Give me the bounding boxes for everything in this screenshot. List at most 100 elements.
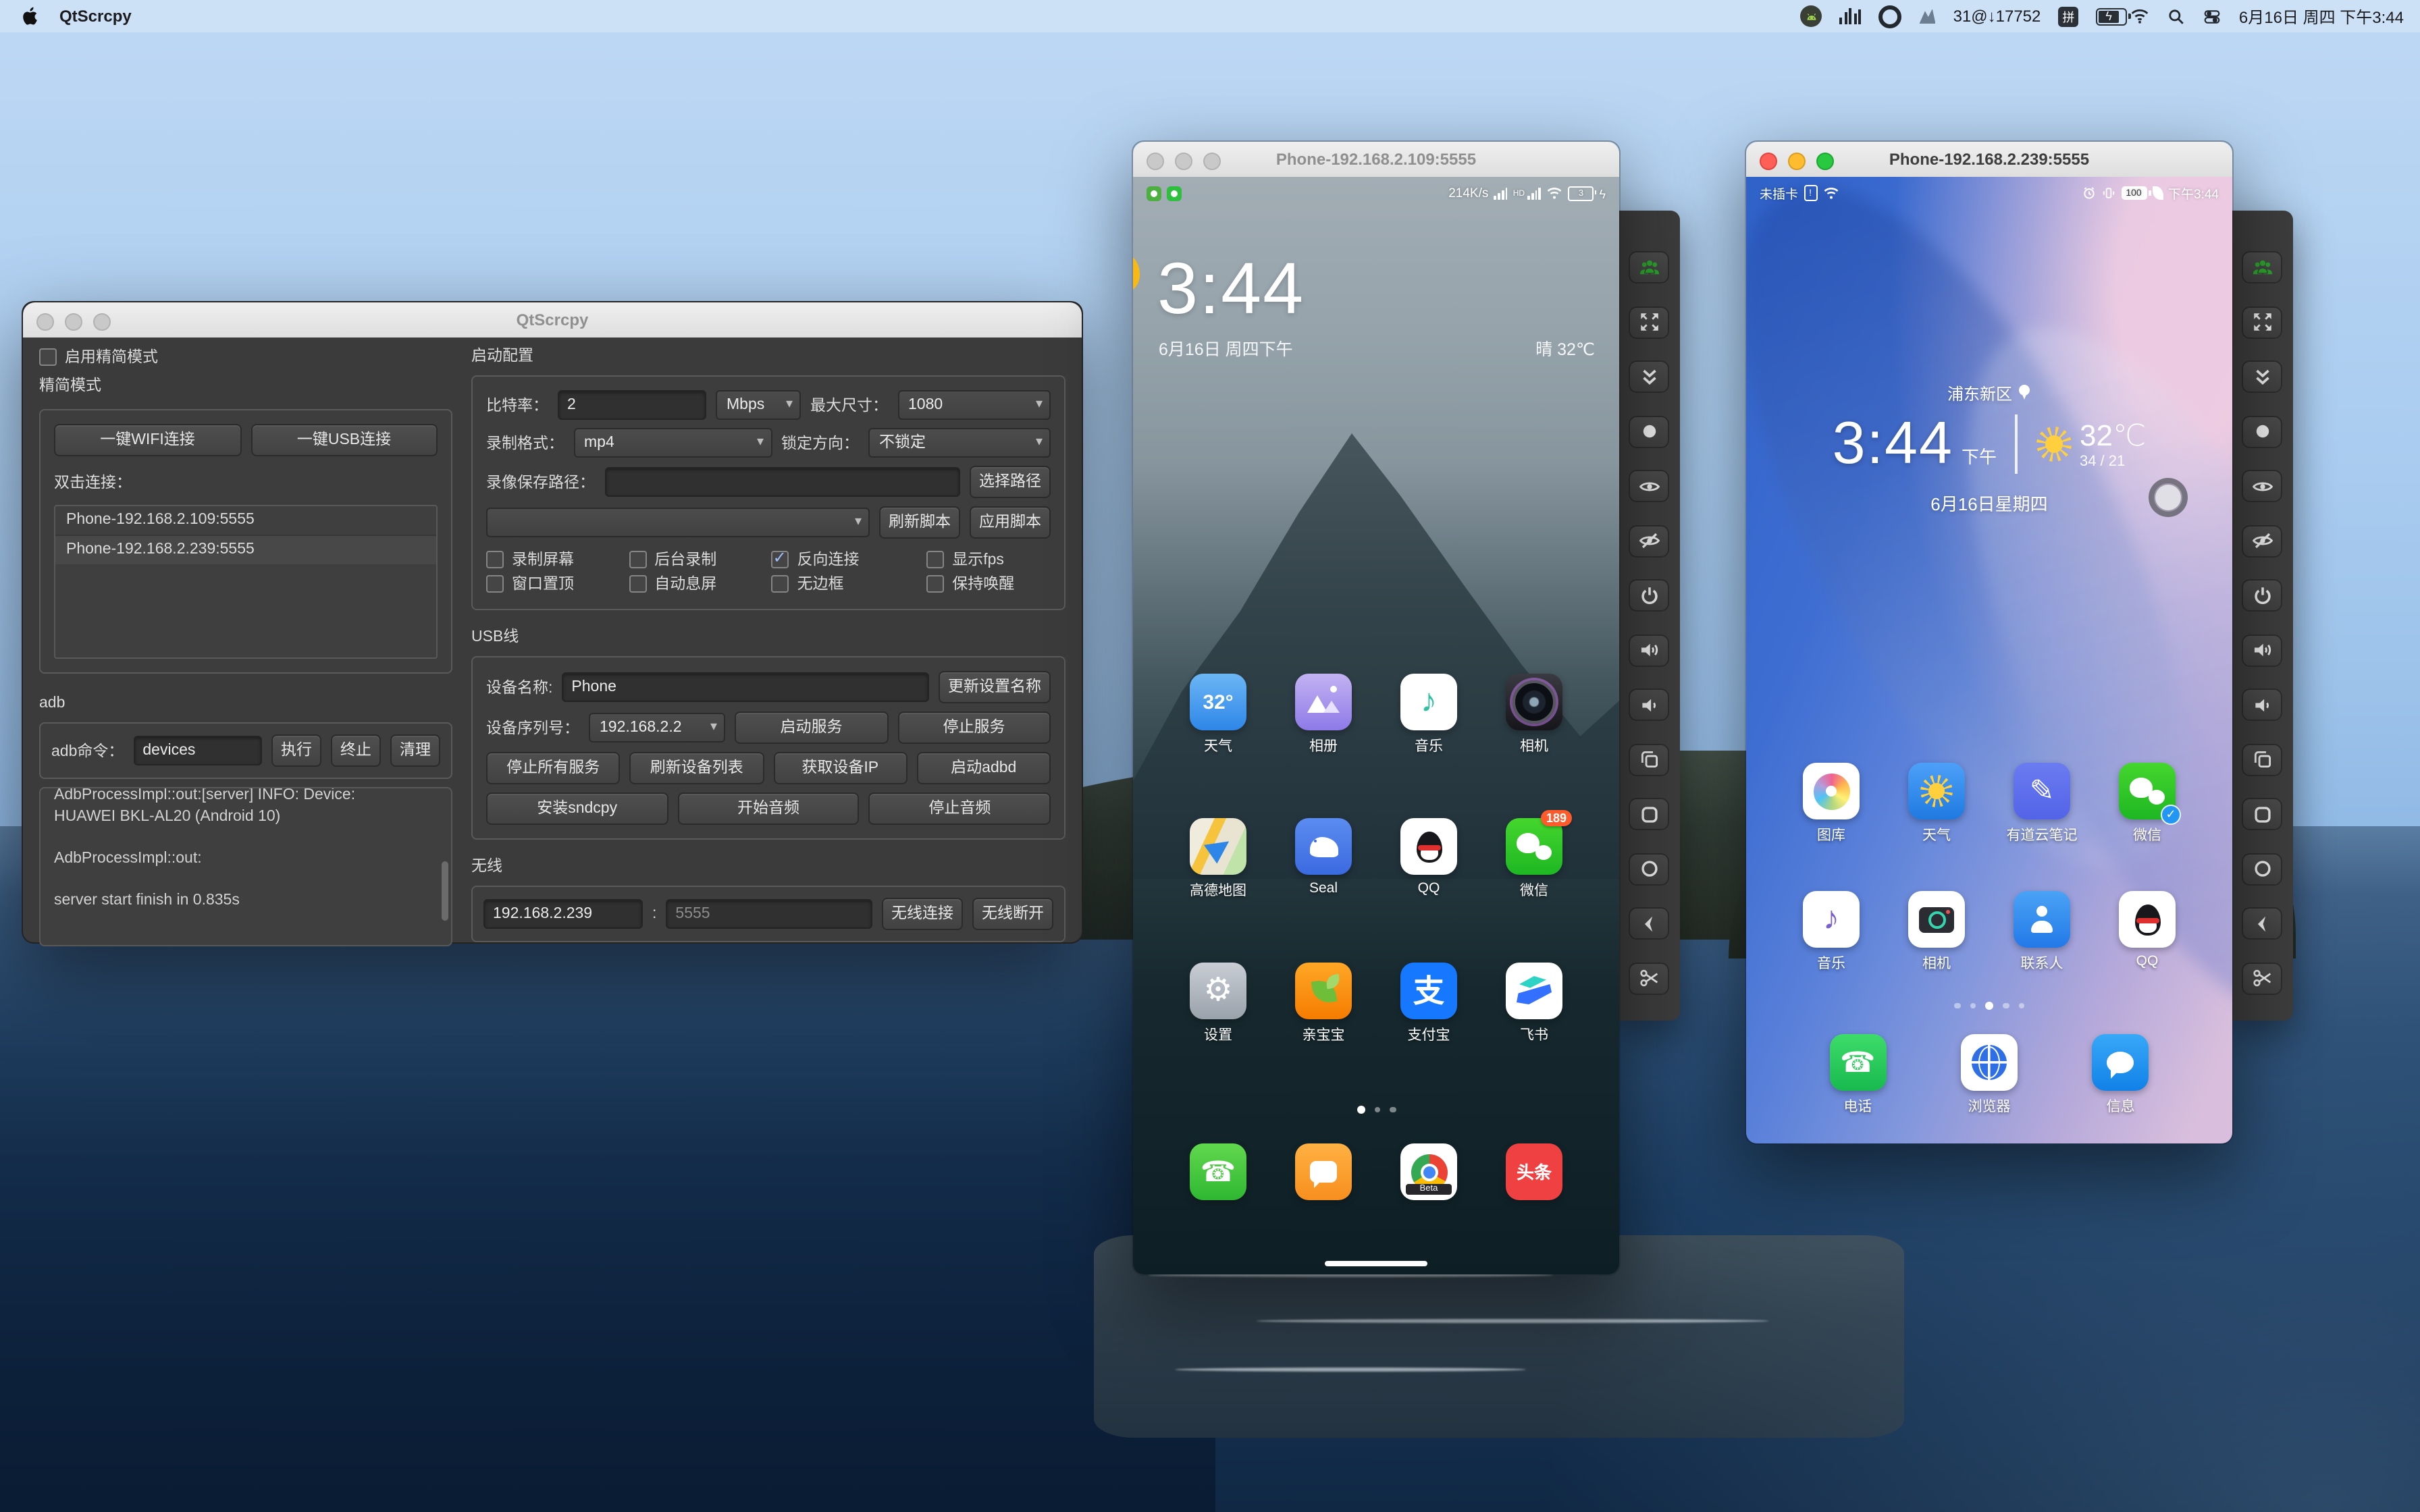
wireless-disconnect-button[interactable]: 无线断开 (972, 898, 1053, 930)
audio-bars-menu-icon[interactable] (1840, 8, 1862, 24)
adb-exec-button[interactable]: 执行 (271, 734, 321, 767)
checkbox[interactable] (772, 574, 789, 592)
fullscreen-button[interactable] (2242, 306, 2282, 338)
update-name-button[interactable]: 更新设置名称 (939, 671, 1051, 703)
app-switch-button[interactable] (1629, 743, 1669, 776)
start-audio-button[interactable]: 开始音频 (677, 792, 859, 825)
wifi-menu-icon[interactable] (2130, 5, 2150, 27)
app-alipay[interactable]: 支支付宝 (1400, 963, 1457, 1107)
start-service-button[interactable]: 启动服务 (735, 711, 888, 744)
checkbox[interactable] (926, 574, 944, 592)
phone2-titlebar[interactable]: Phone-192.168.2.239:5555 (1746, 142, 2232, 178)
app-switch-button[interactable] (2242, 743, 2282, 776)
power-button[interactable] (1629, 579, 1669, 612)
device-list-item[interactable]: Phone-192.168.2.109:5555 (55, 506, 436, 536)
app-music[interactable]: ♪音乐 (1803, 891, 1860, 1019)
wireless-port-input[interactable]: 5555 (666, 899, 872, 929)
app-gallery[interactable]: 相册 (1295, 674, 1352, 818)
serial-select[interactable]: 192.168.2.2 (589, 713, 725, 742)
qtscrcpy-titlebar[interactable]: QtScrcpy (23, 302, 1082, 339)
phone2-screen[interactable]: 未插卡 ! 100 下午3:44 浦东新区 3:44 下 (1746, 177, 2232, 1143)
install-sndcpy-button[interactable]: 安装sndcpy (486, 792, 668, 825)
spotlight-search-icon[interactable] (2167, 5, 2185, 27)
app-toutiao[interactable]: 头条 (1506, 1143, 1562, 1200)
app-messages[interactable]: 信息 (2093, 1034, 2149, 1116)
volume-up-button[interactable] (1629, 634, 1669, 666)
option-保持唤醒[interactable]: 保持唤醒 (926, 571, 1051, 595)
phone1-home-indicator[interactable] (1325, 1261, 1427, 1266)
app-weather[interactable]: 32°天气 (1190, 674, 1246, 818)
app-feishu[interactable]: 飞书 (1506, 963, 1562, 1107)
phone1-traffic-lights[interactable] (1147, 152, 1221, 169)
wireless-ip-input[interactable]: 192.168.2.239 (483, 899, 643, 929)
get-device-ip-button[interactable]: 获取设备IP (773, 752, 908, 784)
opera-menu-icon[interactable] (1879, 5, 1902, 27)
adb-log-output[interactable]: AdbProcessImpl::out:[server] INFO: Devic… (39, 787, 452, 946)
app-settings[interactable]: ⚙设置 (1190, 963, 1246, 1107)
checkbox[interactable] (629, 574, 646, 592)
input-method-menu-icon[interactable]: 拼 (2058, 5, 2078, 27)
screen-on-button[interactable] (2242, 470, 2282, 502)
app-qinbaobao[interactable]: 亲宝宝 (1295, 963, 1352, 1107)
lock-orientation-select[interactable]: 不锁定 (868, 428, 1051, 458)
volume-down-button[interactable] (1629, 688, 1669, 721)
expand-notifications-button[interactable] (2242, 360, 2282, 393)
app-wechat[interactable]: ✓微信 (2119, 763, 2176, 891)
menu-bar-clock[interactable]: 6月16日 周四 下午3:44 (2239, 5, 2404, 28)
option-无边框[interactable]: 无边框 (772, 571, 927, 595)
select-path-button[interactable]: 选择路径 (970, 466, 1051, 498)
refresh-script-button[interactable]: 刷新脚本 (879, 506, 960, 539)
app-seal[interactable]: Seal (1295, 818, 1352, 963)
option-录制屏幕[interactable]: 录制屏幕 (486, 547, 629, 571)
app-wechat[interactable]: 189微信 (1506, 818, 1562, 963)
option-窗口置顶[interactable]: 窗口置顶 (486, 571, 629, 595)
device-list-item[interactable]: Phone-192.168.2.239:5555 (55, 536, 436, 566)
volume-down-button[interactable] (2242, 688, 2282, 721)
power-button[interactable] (2242, 579, 2282, 612)
adb-cmd-input[interactable]: devices (133, 736, 262, 765)
assistive-touch-ball[interactable] (2149, 478, 2188, 517)
app-amap[interactable]: ▶高德地图 (1190, 818, 1246, 963)
phone1-screen[interactable]: 214K/s HD 3 ϟ 3:44 6月16日 周四下午 晴 32℃ 32°天… (1133, 177, 1619, 1274)
record-format-select[interactable]: mp4 (573, 428, 772, 458)
volume-up-button[interactable] (2242, 634, 2282, 666)
stop-all-services-button[interactable]: 停止所有服务 (486, 752, 621, 784)
adb-clean-button[interactable]: 清理 (390, 734, 440, 767)
record-path-input[interactable] (604, 467, 960, 497)
checkbox[interactable] (486, 574, 504, 592)
android-menu-icon[interactable] (1801, 5, 1822, 27)
start-adbd-button[interactable]: 启动adbd (917, 752, 1051, 784)
one-key-usb-button[interactable]: 一键USB连接 (251, 424, 438, 456)
apple-menu-icon[interactable] (22, 5, 41, 27)
back-button[interactable] (1629, 907, 1669, 940)
app-browser[interactable]: 浏览器 (1961, 1034, 2018, 1116)
stop-audio-button[interactable]: 停止音频 (869, 792, 1051, 825)
fullscreen-button[interactable] (1629, 306, 1669, 338)
app-gallery[interactable]: 图库 (1803, 763, 1860, 891)
app-contacts[interactable]: 联系人 (2014, 891, 2070, 1019)
app-phone[interactable]: ☎电话 (1829, 1034, 1886, 1116)
stop-service-button[interactable]: 停止服务 (897, 711, 1051, 744)
app-messaging[interactable] (1295, 1143, 1352, 1200)
apply-script-button[interactable]: 应用脚本 (970, 506, 1051, 539)
app-qq[interactable]: QQ (2119, 891, 2176, 1019)
wireless-connect-button[interactable]: 无线连接 (882, 898, 963, 930)
group-control-button[interactable] (1629, 251, 1669, 284)
app-weather[interactable]: 天气 (1908, 763, 1965, 891)
app-qq[interactable]: QQ (1400, 818, 1457, 963)
max-size-select[interactable]: 1080 (897, 390, 1051, 420)
phone1-titlebar[interactable]: Phone-192.168.2.109:5555 (1133, 142, 1619, 178)
log-scrollbar[interactable] (442, 861, 448, 921)
script-select[interactable] (486, 508, 870, 537)
one-key-wifi-button[interactable]: 一键WIFI连接 (54, 424, 241, 456)
app-phone[interactable]: ☎ (1190, 1143, 1246, 1200)
expand-notifications-button[interactable] (1629, 360, 1669, 393)
screen-off-button[interactable] (2242, 524, 2282, 557)
app-chrome-beta[interactable]: Beta (1400, 1143, 1457, 1200)
option-显示fps[interactable]: 显示fps (926, 547, 1051, 571)
checkbox[interactable] (629, 550, 646, 568)
option-后台录制[interactable]: 后台录制 (629, 547, 771, 571)
back-button[interactable] (2242, 907, 2282, 940)
battery-menu-icon[interactable]: ϟ (2096, 5, 2112, 27)
app-music[interactable]: ♪音乐 (1400, 674, 1457, 818)
